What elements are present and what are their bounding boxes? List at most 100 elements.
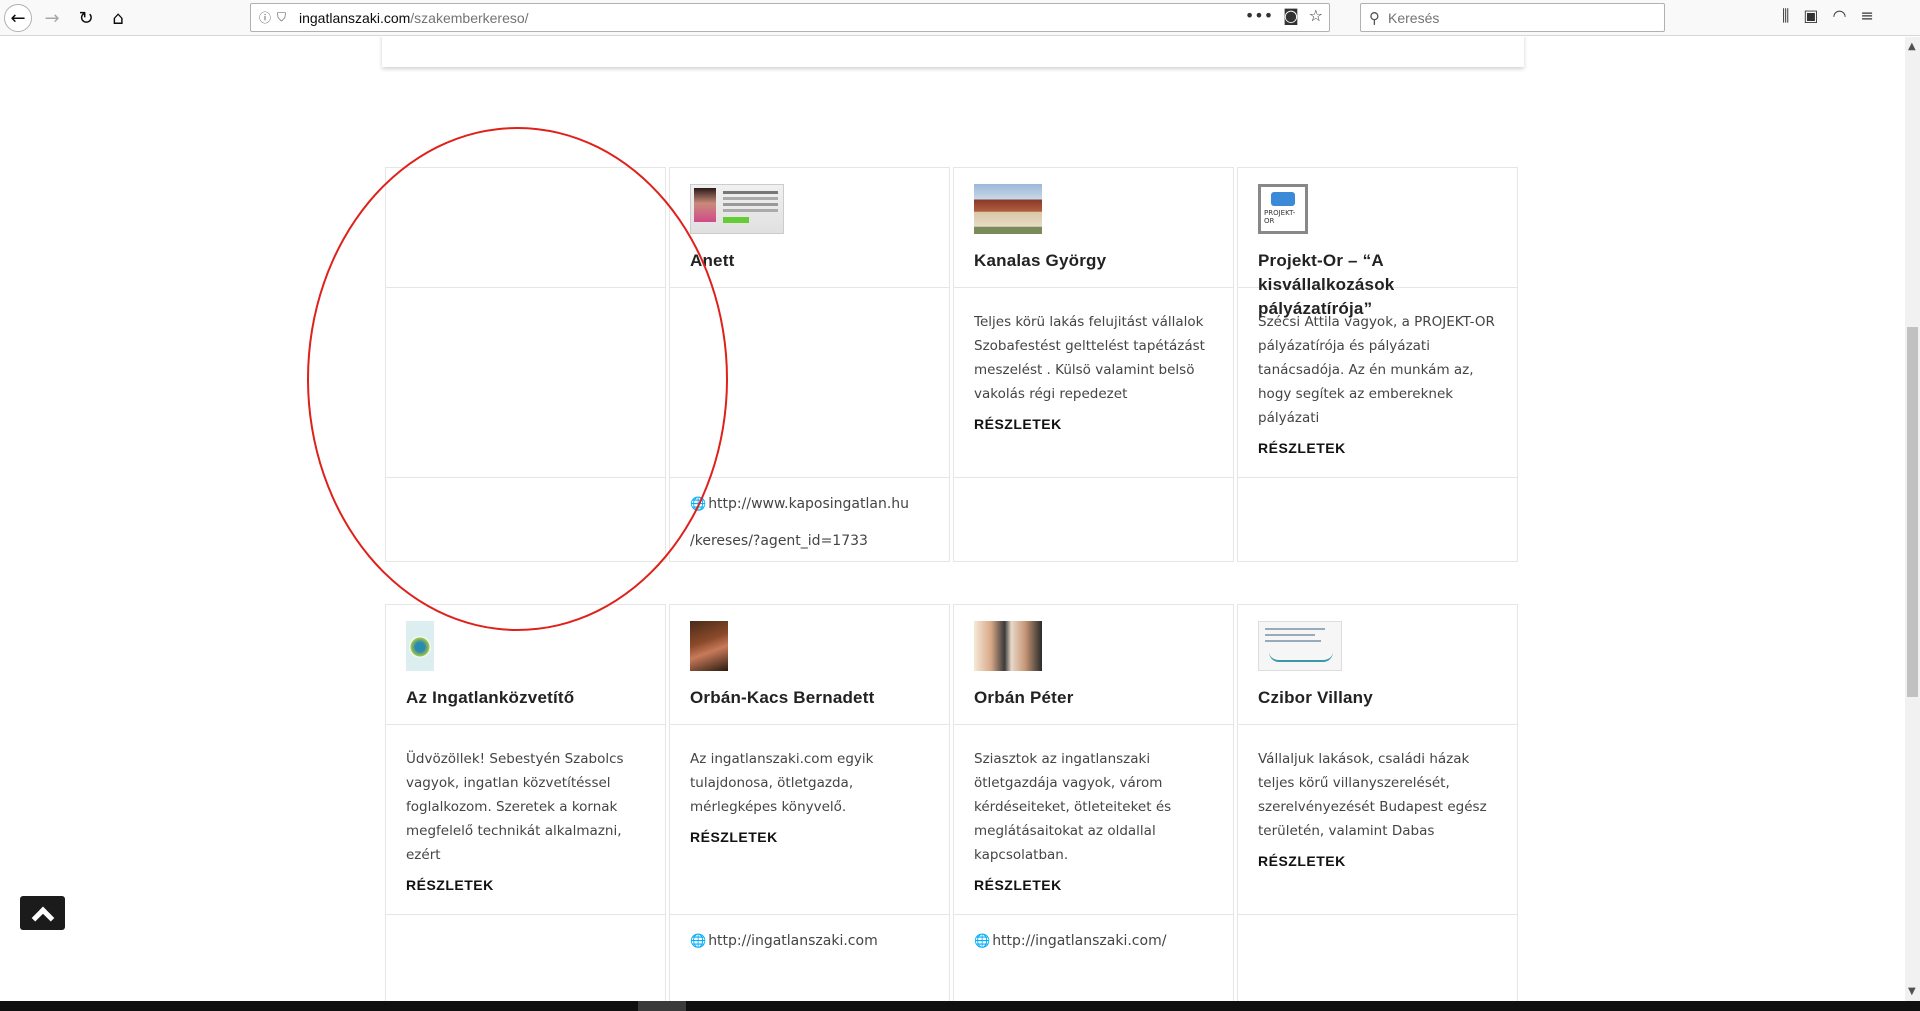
agent-card — [385, 167, 666, 562]
agent-card: Az Ingatlanközvetítő Üdvözöllek! Sebesty… — [385, 604, 666, 1001]
card-title[interactable]: Orbán Péter — [974, 686, 1213, 710]
search-panel-bottom — [382, 37, 1524, 67]
card-header: Anett — [670, 168, 949, 288]
card-footer: 🌐 http://ingatlanszaki.com/ — [954, 915, 1233, 960]
card-footer — [386, 915, 665, 923]
website-link[interactable]: 🌐 http://www.kaposingatlan.hu — [690, 486, 929, 523]
details-link[interactable]: RÉSZLETEK — [1258, 853, 1497, 869]
website-link-text[interactable]: http://www.kaposingatlan.hu — [708, 496, 909, 512]
card-body: Üdvözöllek! Sebestyén Szabolcs vagyok, i… — [386, 725, 665, 915]
card-description: Az ingatlanszaki.com egyik tulajdonosa, … — [690, 751, 874, 815]
globe-icon: 🌐 — [690, 497, 707, 512]
agent-thumbnail[interactable] — [690, 184, 784, 234]
details-link[interactable]: RÉSZLETEK — [406, 877, 645, 893]
card-header: PROJEKT-OR Projekt-Or – “A kisvállalkozá… — [1238, 168, 1517, 318]
sidebar-icon[interactable]: ▣ — [1803, 6, 1818, 26]
menu-icon[interactable]: ≡ — [1860, 6, 1873, 26]
globe-icon: 🌐 — [690, 934, 707, 949]
scroll-down-icon[interactable]: ▼ — [1908, 986, 1916, 997]
card-header: Orbán-Kacs Bernadett — [670, 605, 949, 725]
page-scrollbar[interactable]: ▲ ▼ — [1905, 37, 1920, 1001]
card-body — [670, 288, 949, 478]
website-link-text[interactable]: http://ingatlanszaki.com — [708, 933, 878, 949]
details-link[interactable]: RÉSZLETEK — [690, 829, 929, 845]
agent-card: Orbán Péter Sziasztok az ingatlanszaki ö… — [953, 604, 1234, 1001]
card-footer — [386, 478, 665, 486]
card-title[interactable]: Kanalas György — [974, 249, 1213, 273]
forward-arrow-icon[interactable]: → — [38, 4, 66, 32]
card-body: Az ingatlanszaki.com egyik tulajdonosa, … — [670, 725, 949, 915]
os-taskbar — [0, 1001, 1920, 1011]
card-body: Teljes körü lakás felujitást vállalok Sz… — [954, 288, 1233, 478]
reload-icon[interactable]: ↻ — [72, 4, 100, 32]
taskbar-highlight — [638, 1001, 686, 1011]
card-header: Kanalas György — [954, 168, 1233, 288]
agent-thumbnail[interactable] — [406, 621, 434, 671]
url-domain: ingatlanszaki.com — [299, 9, 411, 26]
more-actions-icon[interactable]: ••• — [1245, 6, 1273, 25]
agent-card: PROJEKT-OR Projekt-Or – “A kisvállalkozá… — [1237, 167, 1518, 562]
scrollbar-thumb[interactable] — [1907, 327, 1918, 697]
library-icon[interactable]: ⫼ — [1782, 6, 1789, 26]
card-footer: 🌐 http://www.kaposingatlan.hu /kereses/?a… — [670, 478, 949, 559]
details-link[interactable]: RÉSZLETEK — [1258, 440, 1497, 456]
details-link[interactable]: RÉSZLETEK — [974, 416, 1213, 432]
card-description: Vállaljuk lakások, családi házak teljes … — [1258, 751, 1487, 839]
card-title[interactable]: Anett — [690, 249, 929, 273]
card-title[interactable]: Az Ingatlanközvetítő — [406, 686, 645, 710]
chevron-up-icon — [31, 906, 54, 930]
website-link[interactable]: 🌐 http://ingatlanszaki.com/ — [974, 923, 1213, 960]
card-body: Sziasztok az ingatlanszaki ötletgazdája … — [954, 725, 1233, 915]
url-bar[interactable]: ⓘ ⛉ ingatlanszaki.com/szakemberkereso/ •… — [250, 3, 1330, 32]
card-description: Szécsi Attila vagyok, a PROJEKT-OR pályá… — [1258, 314, 1495, 426]
agent-link[interactable]: /kereses/?agent_id=1733 — [690, 523, 929, 559]
url-actions: ••• ◙ ☆ — [1245, 6, 1323, 25]
card-body: Vállaljuk lakások, családi házak teljes … — [1238, 725, 1517, 915]
thumb-logo-text: PROJEKT-OR — [1264, 209, 1296, 225]
card-header — [386, 168, 665, 288]
bookmark-star-icon[interactable]: ☆ — [1309, 6, 1323, 25]
card-body — [386, 288, 665, 478]
agent-thumbnail[interactable] — [1258, 621, 1342, 671]
back-to-top-button[interactable] — [20, 896, 65, 930]
card-description: Teljes körü lakás felujitást vállalok Sz… — [974, 314, 1205, 402]
toolbar-right-icons: ⫼ ▣ ◠ ≡ — [1782, 6, 1874, 26]
globe-icon: 🌐 — [974, 934, 991, 949]
pocket-icon[interactable]: ◙ — [1283, 6, 1299, 25]
info-icon[interactable]: ⓘ — [259, 9, 277, 26]
back-arrow-icon[interactable]: ← — [4, 4, 32, 32]
search-icon: ⚲ — [1369, 8, 1380, 27]
card-footer — [954, 478, 1233, 486]
website-link-text[interactable]: http://ingatlanszaki.com/ — [992, 933, 1166, 949]
url-path: /szakemberkereso/ — [410, 9, 529, 26]
card-header: Orbán Péter — [954, 605, 1233, 725]
card-description: Sziasztok az ingatlanszaki ötletgazdája … — [974, 751, 1172, 863]
home-icon[interactable]: ⌂ — [104, 4, 132, 32]
card-title[interactable]: Projekt-Or – “A kisvállalkozások pályáza… — [1258, 249, 1497, 321]
card-footer — [1238, 478, 1517, 486]
agent-card: Kanalas György Teljes körü lakás felujit… — [953, 167, 1234, 562]
details-link[interactable]: RÉSZLETEK — [974, 877, 1213, 893]
card-header: Czibor Villany — [1238, 605, 1517, 725]
shield-icon[interactable]: ⛉ — [277, 10, 299, 25]
card-footer: 🌐 http://ingatlanszaki.com — [670, 915, 949, 960]
card-header: Az Ingatlanközvetítő — [386, 605, 665, 725]
scroll-up-icon[interactable]: ▲ — [1908, 41, 1916, 52]
agent-thumbnail[interactable] — [974, 184, 1042, 234]
browser-toolbar: ← → ↻ ⌂ ⓘ ⛉ ingatlanszaki.com/szakemberk… — [0, 0, 1920, 36]
agent-card: Anett 🌐 http://www.kaposingatlan.hu /kere… — [669, 167, 950, 562]
card-title[interactable]: Orbán-Kacs Bernadett — [690, 686, 929, 710]
card-description: Üdvözöllek! Sebestyén Szabolcs vagyok, i… — [406, 751, 624, 863]
agent-thumbnail[interactable] — [974, 621, 1042, 671]
card-title[interactable]: Czibor Villany — [1258, 686, 1497, 710]
agent-thumbnail[interactable]: PROJEKT-OR — [1258, 184, 1308, 234]
agent-card: Orbán-Kacs Bernadett Az ingatlanszaki.co… — [669, 604, 950, 1001]
search-placeholder: Keresés — [1388, 9, 1440, 26]
agent-card: Czibor Villany Vállaljuk lakások, család… — [1237, 604, 1518, 1001]
card-footer — [1238, 915, 1517, 923]
website-link[interactable]: 🌐 http://ingatlanszaki.com — [690, 923, 929, 960]
agent-thumbnail[interactable] — [690, 621, 728, 671]
page-viewport: Anett 🌐 http://www.kaposingatlan.hu /kere… — [0, 37, 1905, 1001]
extension-icon[interactable]: ◠ — [1833, 6, 1847, 26]
search-input[interactable]: ⚲ Keresés — [1360, 3, 1665, 32]
